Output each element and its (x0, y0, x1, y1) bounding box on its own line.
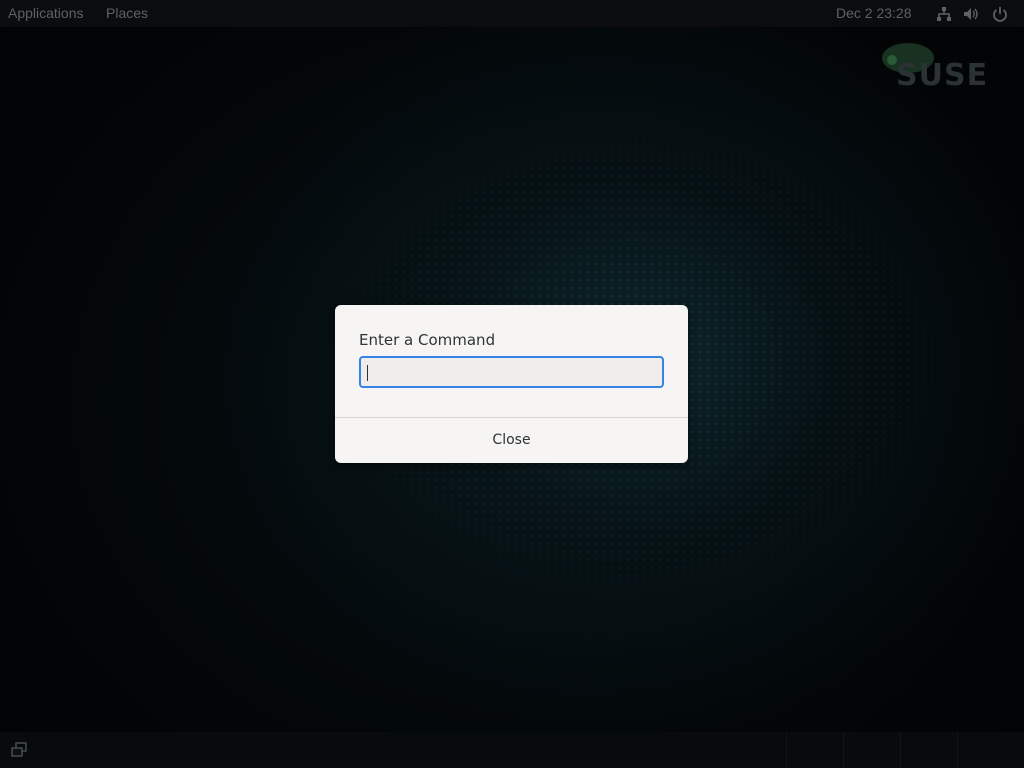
command-input[interactable] (359, 356, 664, 388)
run-command-dialog: Enter a Command Close (335, 305, 688, 463)
places-menu[interactable]: Places (106, 5, 148, 21)
applications-menu[interactable]: Applications (8, 5, 84, 21)
volume-icon[interactable] (963, 6, 979, 22)
suse-logo: SUSE (878, 38, 987, 93)
power-icon[interactable] (992, 6, 1008, 22)
workspace-switcher-2[interactable] (843, 732, 900, 768)
text-cursor (367, 365, 368, 381)
close-button[interactable]: Close (335, 418, 688, 463)
workspace-switcher-3[interactable] (900, 732, 957, 768)
dialog-title: Enter a Command (359, 331, 496, 349)
clock[interactable]: Dec 2 23:28 (836, 5, 912, 21)
network-icon[interactable] (936, 6, 952, 22)
workspace-switcher-1[interactable] (786, 732, 843, 768)
bottom-panel (0, 732, 1024, 768)
svg-text:SUSE: SUSE (896, 58, 986, 90)
desktop: Applications Places Dec 2 23:28 SUSE Ent… (0, 0, 1024, 768)
workspace-switcher-4[interactable] (957, 732, 1014, 768)
show-desktop-icon[interactable] (10, 742, 28, 758)
top-panel: Applications Places Dec 2 23:28 (0, 0, 1024, 27)
